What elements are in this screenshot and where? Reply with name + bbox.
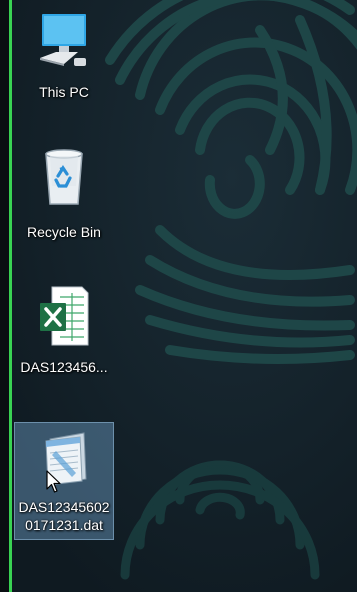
left-screen-edge	[0, 0, 9, 592]
desktop-icon-dat-file[interactable]: DAS123456020171231.dat	[14, 422, 114, 540]
this-pc-icon	[14, 10, 114, 77]
mouse-pointer-icon	[46, 470, 61, 493]
notepad-file-icon	[15, 429, 113, 494]
left-accent-border	[9, 0, 12, 592]
desktop-icon-this-pc[interactable]: This PC	[14, 10, 114, 101]
excel-file-label: DAS123456...	[20, 359, 108, 375]
dat-file-label: DAS123456020171231.dat	[18, 499, 110, 533]
desktop-icon-recycle-bin[interactable]: Recycle Bin	[14, 146, 114, 241]
recycle-bin-label: Recycle Bin	[27, 224, 101, 240]
desktop-icon-excel-file[interactable]: DAS123456...	[14, 285, 114, 376]
desktop[interactable]: This PC Recycle Bin DAS123456... DAS1234…	[0, 0, 357, 592]
this-pc-label: This PC	[39, 84, 89, 100]
excel-file-icon	[14, 285, 114, 352]
recycle-bin-icon	[14, 146, 114, 213]
